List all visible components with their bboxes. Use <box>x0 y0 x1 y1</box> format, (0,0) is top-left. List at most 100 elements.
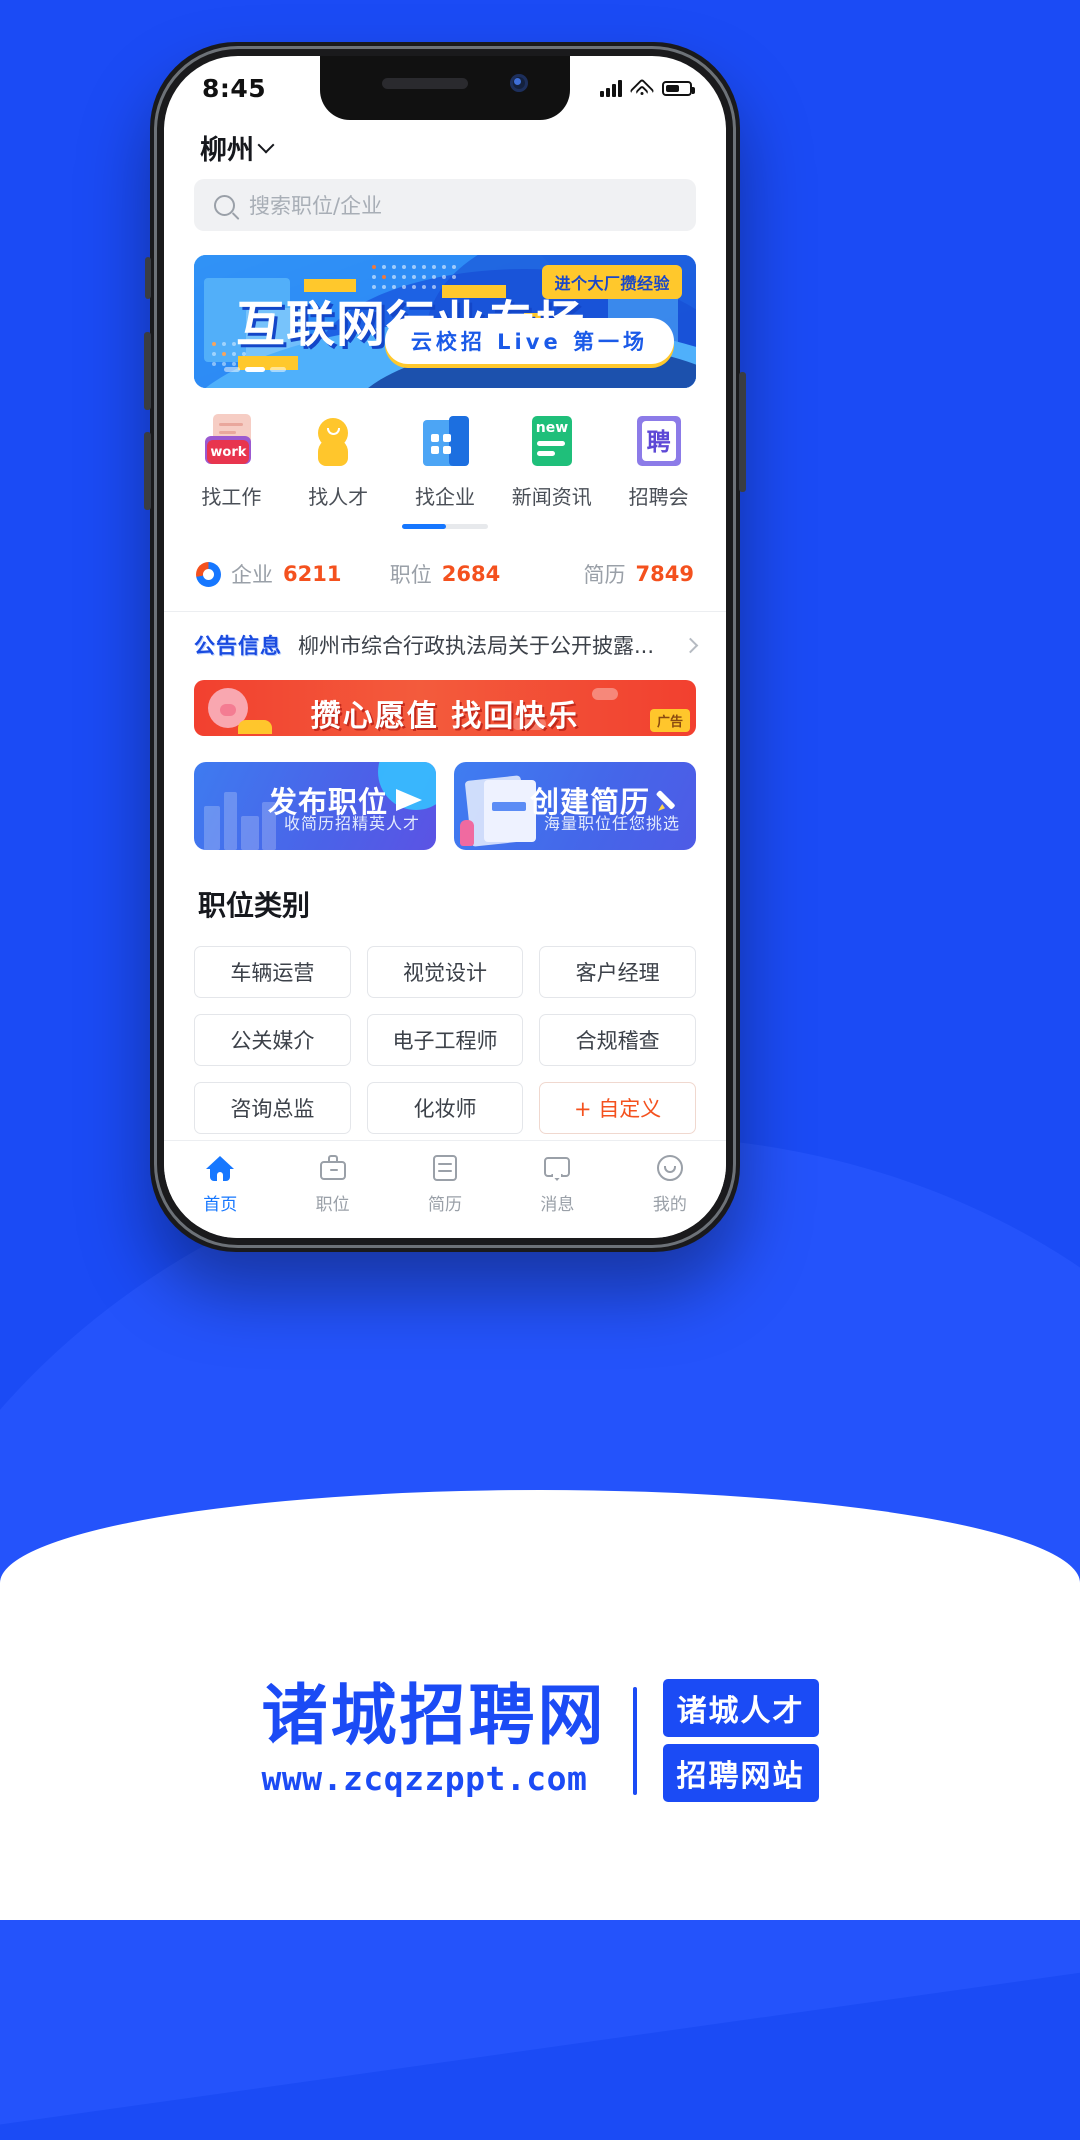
quick-action-job-fair[interactable]: 聘 招聘会 <box>605 414 712 510</box>
message-icon <box>542 1153 572 1183</box>
quick-action-label: 找工作 <box>201 485 262 509</box>
post-job-card[interactable]: 发布职位 收简历招精英人才 <box>194 762 436 850</box>
brand-name: 诸城招聘网 <box>261 1677 607 1754</box>
quick-action-label: 新闻资讯 <box>511 485 592 509</box>
create-resume-card[interactable]: 创建简历 海量职位任您挑选 <box>454 762 696 850</box>
tab-messages[interactable]: 消息 <box>501 1153 613 1215</box>
quick-action-find-company[interactable]: 找企业 <box>392 414 499 510</box>
stat-value: 6211 <box>283 562 342 586</box>
quick-action-find-talent[interactable]: 找人才 <box>285 414 392 510</box>
tab-jobs[interactable]: 职位 <box>276 1153 388 1215</box>
stat-label: 职位 <box>389 563 432 587</box>
city-name: 柳州 <box>200 135 254 166</box>
phone-mockup: 8:45 柳州 搜索职位/企业 进个大厂攒经验 云校招 Live 第一场 wor… <box>144 42 746 1252</box>
talent-person-icon <box>310 414 366 470</box>
footer-divider <box>632 1686 637 1795</box>
tab-label: 消息 <box>540 1195 575 1215</box>
tab-home[interactable]: 首页 <box>164 1153 276 1215</box>
volume-down-button <box>144 432 151 510</box>
search-placeholder: 搜索职位/企业 <box>249 194 383 218</box>
announcement-row[interactable]: 公告信息 柳州市综合行政执法局关于公开披露... <box>164 612 726 678</box>
footer-right: 诸城人才 招聘网站 <box>662 1679 819 1802</box>
work-badge-text: work <box>207 440 250 464</box>
tab-label: 我的 <box>652 1195 687 1215</box>
news-badge-text: new <box>535 420 569 436</box>
news-sheet-icon: new <box>524 414 580 470</box>
stat-label: 企业 <box>231 563 273 587</box>
category-chip[interactable]: 视觉设计 <box>366 946 524 998</box>
quick-action-find-job[interactable]: work 找工作 <box>178 414 285 510</box>
chevron-right-icon <box>682 637 699 653</box>
wifi-icon <box>629 78 655 104</box>
category-chip[interactable]: 咨询总监 <box>194 1082 351 1134</box>
briefcase-icon <box>318 1153 348 1183</box>
quick-action-page-indicator <box>402 524 488 529</box>
section-title-job-categories: 职位类别 <box>198 889 311 922</box>
card-subtitle: 海量职位任您挑选 <box>543 814 680 833</box>
tab-label: 首页 <box>203 1195 238 1215</box>
signal-icon <box>600 79 622 97</box>
quick-action-news[interactable]: new 新闻资讯 <box>498 414 605 510</box>
bottom-tab-bar: 首页 职位 简历 消息 我的 <box>164 1140 726 1238</box>
app-content: 柳州 搜索职位/企业 进个大厂攒经验 云校招 Live 第一场 work 找工作… <box>164 120 726 1238</box>
power-button <box>739 372 746 492</box>
footer-pill-line-1: 诸城人才 <box>662 1679 819 1737</box>
stat-value: 2684 <box>441 562 501 586</box>
stat-companies[interactable]: 企业 6211 <box>196 559 362 589</box>
quick-action-label: 找人才 <box>308 485 369 509</box>
company-building-icon <box>417 414 473 470</box>
tab-label: 职位 <box>315 1195 350 1215</box>
category-chip[interactable]: 化妆师 <box>366 1082 524 1134</box>
search-icon <box>214 194 235 216</box>
ad-banner[interactable]: 攒心愿值 找回快乐 广告 <box>194 680 696 736</box>
work-badge-icon: work <box>203 414 259 470</box>
category-chip[interactable]: 车辆运营 <box>194 946 351 998</box>
paper-plane-icon <box>396 789 422 811</box>
home-icon <box>205 1153 235 1183</box>
quick-action-label: 招聘会 <box>628 485 689 509</box>
profile-icon <box>655 1153 685 1183</box>
stats-row: 企业 6211 职位 2684 简历 7849 <box>196 559 694 589</box>
pencil-icon <box>658 788 682 812</box>
volume-up-button <box>144 332 151 410</box>
status-icons <box>600 78 695 104</box>
footer-pill-line-2: 招聘网站 <box>662 1744 819 1802</box>
card-subtitle: 收简历招精英人才 <box>283 814 420 833</box>
tab-resume[interactable]: 简历 <box>389 1153 501 1215</box>
footer-branding: 诸城招聘网 www.zcqzzppt.com 诸城人才 招聘网站 <box>0 1679 1080 1802</box>
tab-profile[interactable]: 我的 <box>614 1153 726 1215</box>
category-chip[interactable]: 公关媒介 <box>194 1014 351 1066</box>
fair-badge-text: 聘 <box>646 428 671 456</box>
search-input[interactable]: 搜索职位/企业 <box>194 179 696 231</box>
category-chip[interactable]: 合规稽查 <box>539 1014 696 1066</box>
job-category-grid: 车辆运营 视觉设计 客户经理 公关媒介 电子工程师 合规稽查 咨询总监 化妆师 … <box>194 946 696 1134</box>
battery-icon <box>662 80 695 96</box>
category-chip[interactable]: 电子工程师 <box>366 1014 524 1066</box>
category-chip-custom[interactable]: + 自定义 <box>539 1082 696 1134</box>
tab-label: 简历 <box>428 1195 463 1215</box>
announcement-badge: 公告信息 <box>194 634 282 658</box>
announcement-text: 柳州市综合行政执法局关于公开披露... <box>298 634 655 658</box>
person-illustration <box>460 820 474 846</box>
status-time: 8:45 <box>202 73 267 103</box>
footer-left: 诸城招聘网 www.zcqzzppt.com <box>261 1677 607 1799</box>
category-chip[interactable]: 客户经理 <box>539 946 696 998</box>
promo-banner[interactable]: 互联网行业专场 进个大厂攒经验 云校招 Live 第一场 <box>194 255 696 388</box>
stat-jobs[interactable]: 职位 2684 <box>362 559 528 589</box>
chevron-down-icon <box>257 136 275 154</box>
quick-action-grid: work 找工作 找人才 找企业 new 新闻资讯 聘 招聘会 <box>178 414 712 510</box>
banner-carousel-dots[interactable] <box>224 367 286 372</box>
phone-screen: 8:45 柳州 搜索职位/企业 进个大厂攒经验 云校招 Live 第一场 wor… <box>164 56 726 1238</box>
city-selector[interactable]: 柳州 <box>164 120 726 177</box>
stat-resumes[interactable]: 简历 7849 <box>528 559 694 589</box>
recruit-fair-icon: 聘 <box>631 414 687 470</box>
stat-label: 简历 <box>583 563 626 587</box>
ad-text: 攒心愿值 找回快乐 <box>310 699 580 734</box>
status-bar: 8:45 <box>164 56 726 120</box>
resume-doc-front <box>484 780 536 842</box>
stat-value: 7849 <box>635 562 694 586</box>
banner-pill: 云校招 Live 第一场 <box>384 318 674 364</box>
ad-label: 广告 <box>649 709 690 732</box>
brand-url: www.zcqzzppt.com <box>261 1759 588 1798</box>
donut-chart-icon <box>196 561 221 587</box>
